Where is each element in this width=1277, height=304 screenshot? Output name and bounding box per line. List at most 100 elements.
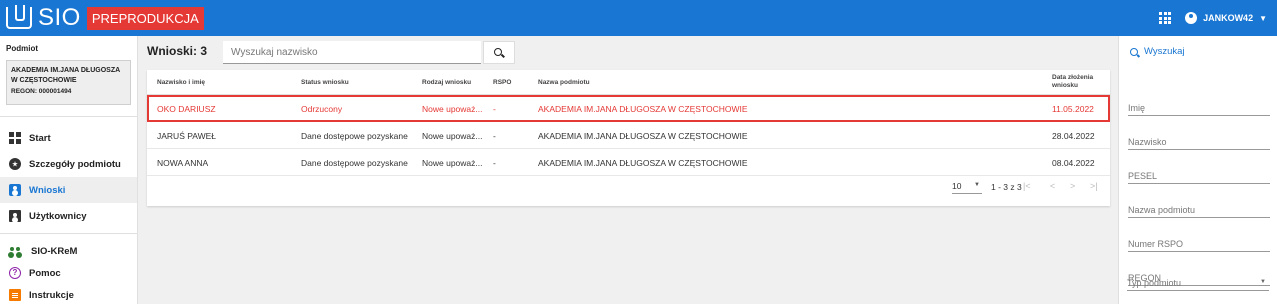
rspo-number-input[interactable] [1128,232,1270,251]
column-header-date-line1: Data złożenia [1052,74,1094,81]
entity-type-input[interactable] [1127,271,1269,290]
subject-name-line1: AKADEMIA IM.JANA DŁUGOSZA [11,67,121,74]
cell-entity: AKADEMIA IM.JANA DŁUGOSZA W CZĘSTOCHOWIE [538,158,748,168]
cell-type: Nowe upoważ... [422,158,483,168]
requests-count: Wnioski: 3 [147,44,208,58]
chevron-down-icon: ▼ [1260,279,1266,285]
pesel-input[interactable] [1128,164,1270,183]
search-icon [1130,47,1138,56]
divider [0,233,137,234]
sidebar-item-requests[interactable]: Wnioski [0,177,137,203]
cell-rspo: - [493,158,496,168]
surname-input[interactable] [1128,130,1270,149]
sidebar-item-start[interactable]: Start [0,125,137,151]
page-range-label: 1 - 3 z 3 [991,182,1022,192]
sidebar-item-label: Start [29,132,51,144]
cell-date: 11.05.2022 [1052,104,1094,114]
chevron-down-icon: ▼ [974,182,980,188]
dashboard-icon [9,132,21,144]
table-row[interactable]: JARUŚ PAWEŁ Dane dostępowe pozyskane Now… [147,122,1110,149]
entity-name-input[interactable] [1128,198,1270,217]
sidebar: Podmiot AKADEMIA IM.JANA DŁUGOSZA W CZĘS… [0,36,138,304]
rspo-number-field[interactable] [1128,232,1270,252]
next-page-icon[interactable]: > [1070,181,1075,191]
sidebar-item-label: Wnioski [29,184,66,196]
first-name-field[interactable] [1128,96,1270,116]
sidebar-item-label: Użytkownicy [29,210,87,222]
search-panel-title-label: Wyszukaj [1144,46,1185,57]
sidebar-item-label: Instrukcje [29,289,74,301]
subject-name-line2: W CZĘSTOCHOWIE [11,77,77,84]
sidebar-item-label: SIO-KReM [31,245,78,257]
subject-regon: REGON: 000001494 [11,88,72,95]
top-bar: SIO PREPRODUKCJA JANKOW42 ▼ [0,0,1277,36]
column-header-date-line2: wniosku [1052,82,1079,89]
cell-entity: AKADEMIA IM.JANA DŁUGOSZA W CZĘSTOCHOWIE [538,104,748,114]
search-panel-title[interactable]: Wyszukaj [1130,46,1185,57]
star-circle-icon [9,158,21,170]
account-icon[interactable] [1185,12,1198,24]
sidebar-item-label: Szczegóły podmiotu [29,158,121,170]
help-icon: ? [9,267,21,279]
page-size-value: 10 [952,181,962,191]
surname-search-input[interactable] [223,41,478,63]
entity-type-select[interactable]: ▼ [1127,271,1269,291]
cell-entity: AKADEMIA IM.JANA DŁUGOSZA W CZĘSTOCHOWIE [538,131,748,141]
chevron-down-icon[interactable]: ▼ [1259,14,1267,23]
pesel-field[interactable] [1128,164,1270,184]
column-header-status[interactable]: Status wniosku [301,79,349,86]
surname-search-box[interactable] [223,41,481,64]
cell-type: Nowe upoważ... [422,131,483,141]
column-header-type[interactable]: Rodzaj wniosku [422,79,471,86]
table-header: Nazwisko i imię Status wniosku Rodzaj wn… [147,70,1110,95]
cell-status: Dane dostępowe pozyskane [301,158,408,168]
first-page-icon[interactable]: |< [1023,181,1031,191]
app-name: SIO [38,4,81,31]
column-header-entity[interactable]: Nazwa podmiotu [538,79,590,86]
column-header-date[interactable]: Data złożenia wniosku [1052,74,1093,90]
subject-card: AKADEMIA IM.JANA DŁUGOSZA W CZĘSTOCHOWIE… [6,60,131,105]
requests-table: Nazwisko i imię Status wniosku Rodzaj wn… [147,70,1110,206]
document-icon [9,289,21,301]
logo-mark-icon [6,5,32,29]
cell-date: 28.04.2022 [1052,131,1095,141]
apps-grid-icon[interactable] [1159,12,1172,24]
surname-field[interactable] [1128,130,1270,150]
cell-status: Odrzucony [301,104,343,114]
group-icon [9,245,23,257]
sidebar-item-sio-krem[interactable]: SIO-KReM [0,240,137,262]
sidebar-item-subject-details[interactable]: Szczegóły podmiotu [0,151,137,177]
requests-header: Wnioski: 3 [147,41,515,64]
search-icon [494,47,502,56]
search-button[interactable] [483,41,515,64]
table-row[interactable]: OKO DARIUSZ Odrzucony Nowe upoważ... - A… [147,95,1110,122]
cell-name: JARUŚ PAWEŁ [157,131,217,141]
sidebar-item-label: Pomoc [29,267,61,279]
app-logo[interactable]: SIO PREPRODUKCJA [6,4,204,32]
subject-label: Podmiot [6,44,38,53]
column-header-name[interactable]: Nazwisko i imię [157,79,205,86]
users-card-icon [9,210,21,222]
cell-type: Nowe upoważ... [422,104,483,114]
username[interactable]: JANKOW42 [1203,13,1253,23]
previous-page-icon[interactable]: < [1050,181,1055,191]
cell-name: OKO DARIUSZ [157,104,216,114]
sidebar-item-instructions[interactable]: Instrukcje [0,284,137,304]
cell-name: NOWA ANNA [157,158,209,168]
cell-rspo: - [493,104,496,114]
page-size-select[interactable]: 10 ▼ [952,181,982,194]
first-name-input[interactable] [1128,96,1270,115]
contact-card-icon [9,184,21,196]
table-row[interactable]: NOWA ANNA Dane dostępowe pozyskane Nowe … [147,149,1110,176]
environment-badge: PREPRODUKCJA [86,6,204,30]
entity-name-field[interactable] [1128,198,1270,218]
last-page-icon[interactable]: >| [1090,181,1098,191]
sidebar-item-users[interactable]: Użytkownicy [0,203,137,229]
search-panel: Wyszukaj [1118,36,1277,304]
cell-rspo: - [493,131,496,141]
cell-status: Dane dostępowe pozyskane [301,131,408,141]
column-header-rspo[interactable]: RSPO [493,79,511,86]
sidebar-item-help[interactable]: ? Pomoc [0,262,137,284]
paginator: 10 ▼ 1 - 3 z 3 |< < > >| [147,176,1110,203]
cell-date: 08.04.2022 [1052,158,1095,168]
